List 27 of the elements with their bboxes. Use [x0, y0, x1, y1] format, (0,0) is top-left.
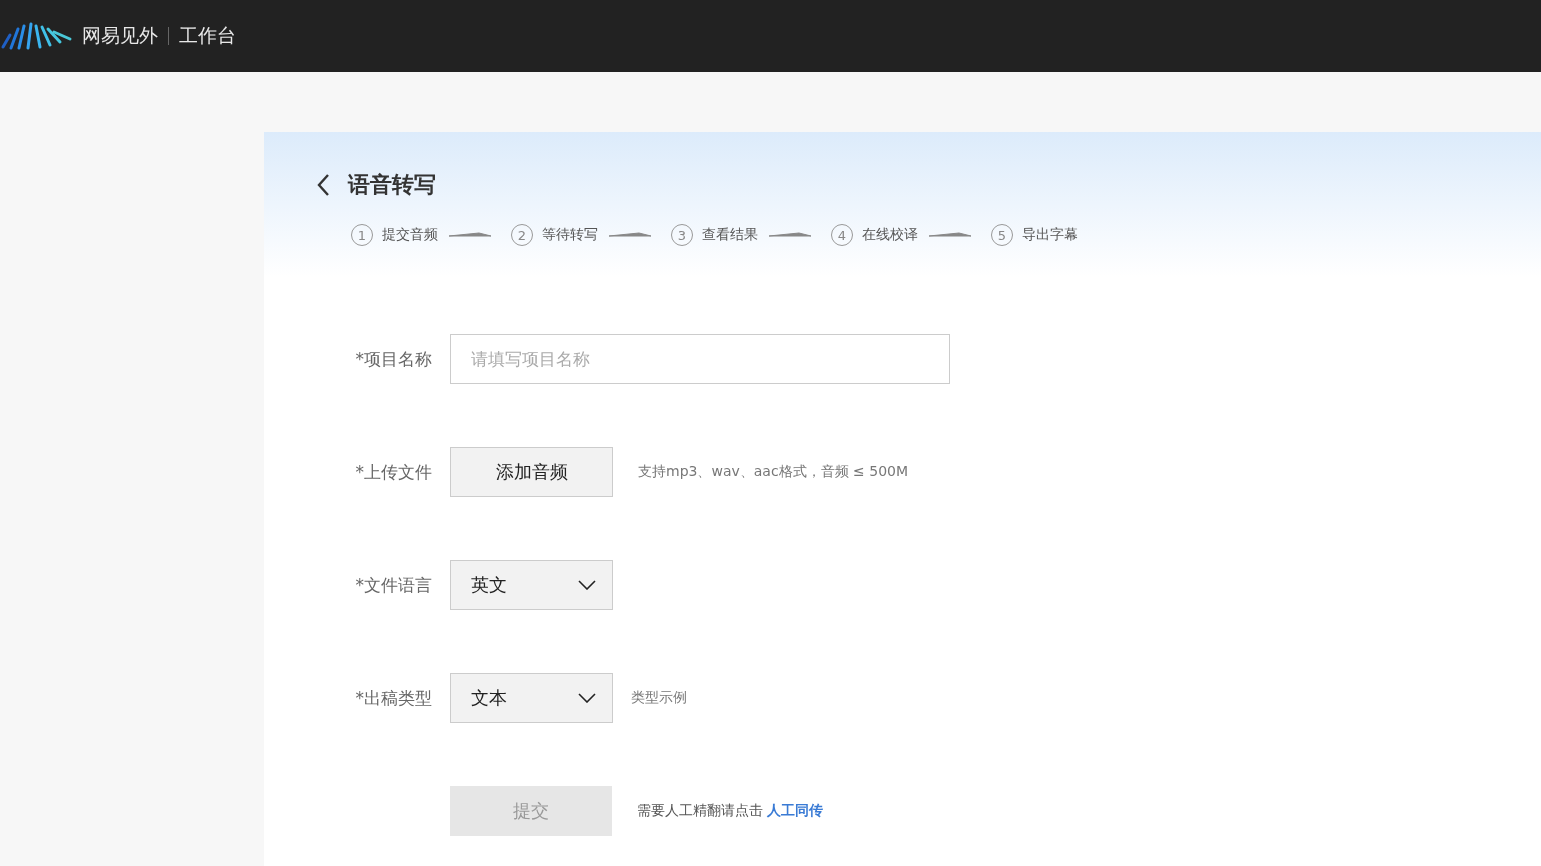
- arrow-icon: [929, 232, 971, 238]
- arrow-icon: [449, 232, 491, 238]
- page-title: 语音转写: [348, 171, 436, 199]
- hint-text: 类型示例: [631, 689, 687, 707]
- add-audio-button[interactable]: 添加音频: [450, 447, 613, 497]
- field-label: *出稿类型: [354, 686, 432, 710]
- field-label: *文件语言: [354, 573, 432, 597]
- text-input[interactable]: 请填写项目名称: [450, 334, 950, 384]
- arrow-icon: [769, 232, 811, 238]
- hint-text: 支持mp3、wav、aac格式，音频 ≤ 500M: [638, 463, 909, 481]
- dropdown[interactable]: 英文: [450, 560, 613, 610]
- arrow-icon: [609, 232, 651, 238]
- workspace-label: 工作台: [179, 23, 236, 48]
- field-label: *上传文件: [354, 460, 432, 484]
- help-text: 需要人工精翻请点击 人工同传: [637, 802, 824, 820]
- dropdown[interactable]: 文本: [450, 673, 613, 723]
- field-label: *项目名称: [354, 347, 432, 371]
- chevron-down-icon: [578, 693, 596, 703]
- step-label: 提交音频: [382, 226, 438, 244]
- step-label: 查看结果: [702, 226, 758, 244]
- step-label: 导出字幕: [1022, 226, 1078, 244]
- logo-icon: [0, 21, 72, 51]
- step-label: 等待转写: [542, 226, 598, 244]
- brand-name: 网易见外: [82, 23, 158, 48]
- chevron-down-icon: [578, 580, 596, 590]
- back-icon[interactable]: [316, 173, 330, 197]
- step-label: 在线校译: [862, 226, 918, 244]
